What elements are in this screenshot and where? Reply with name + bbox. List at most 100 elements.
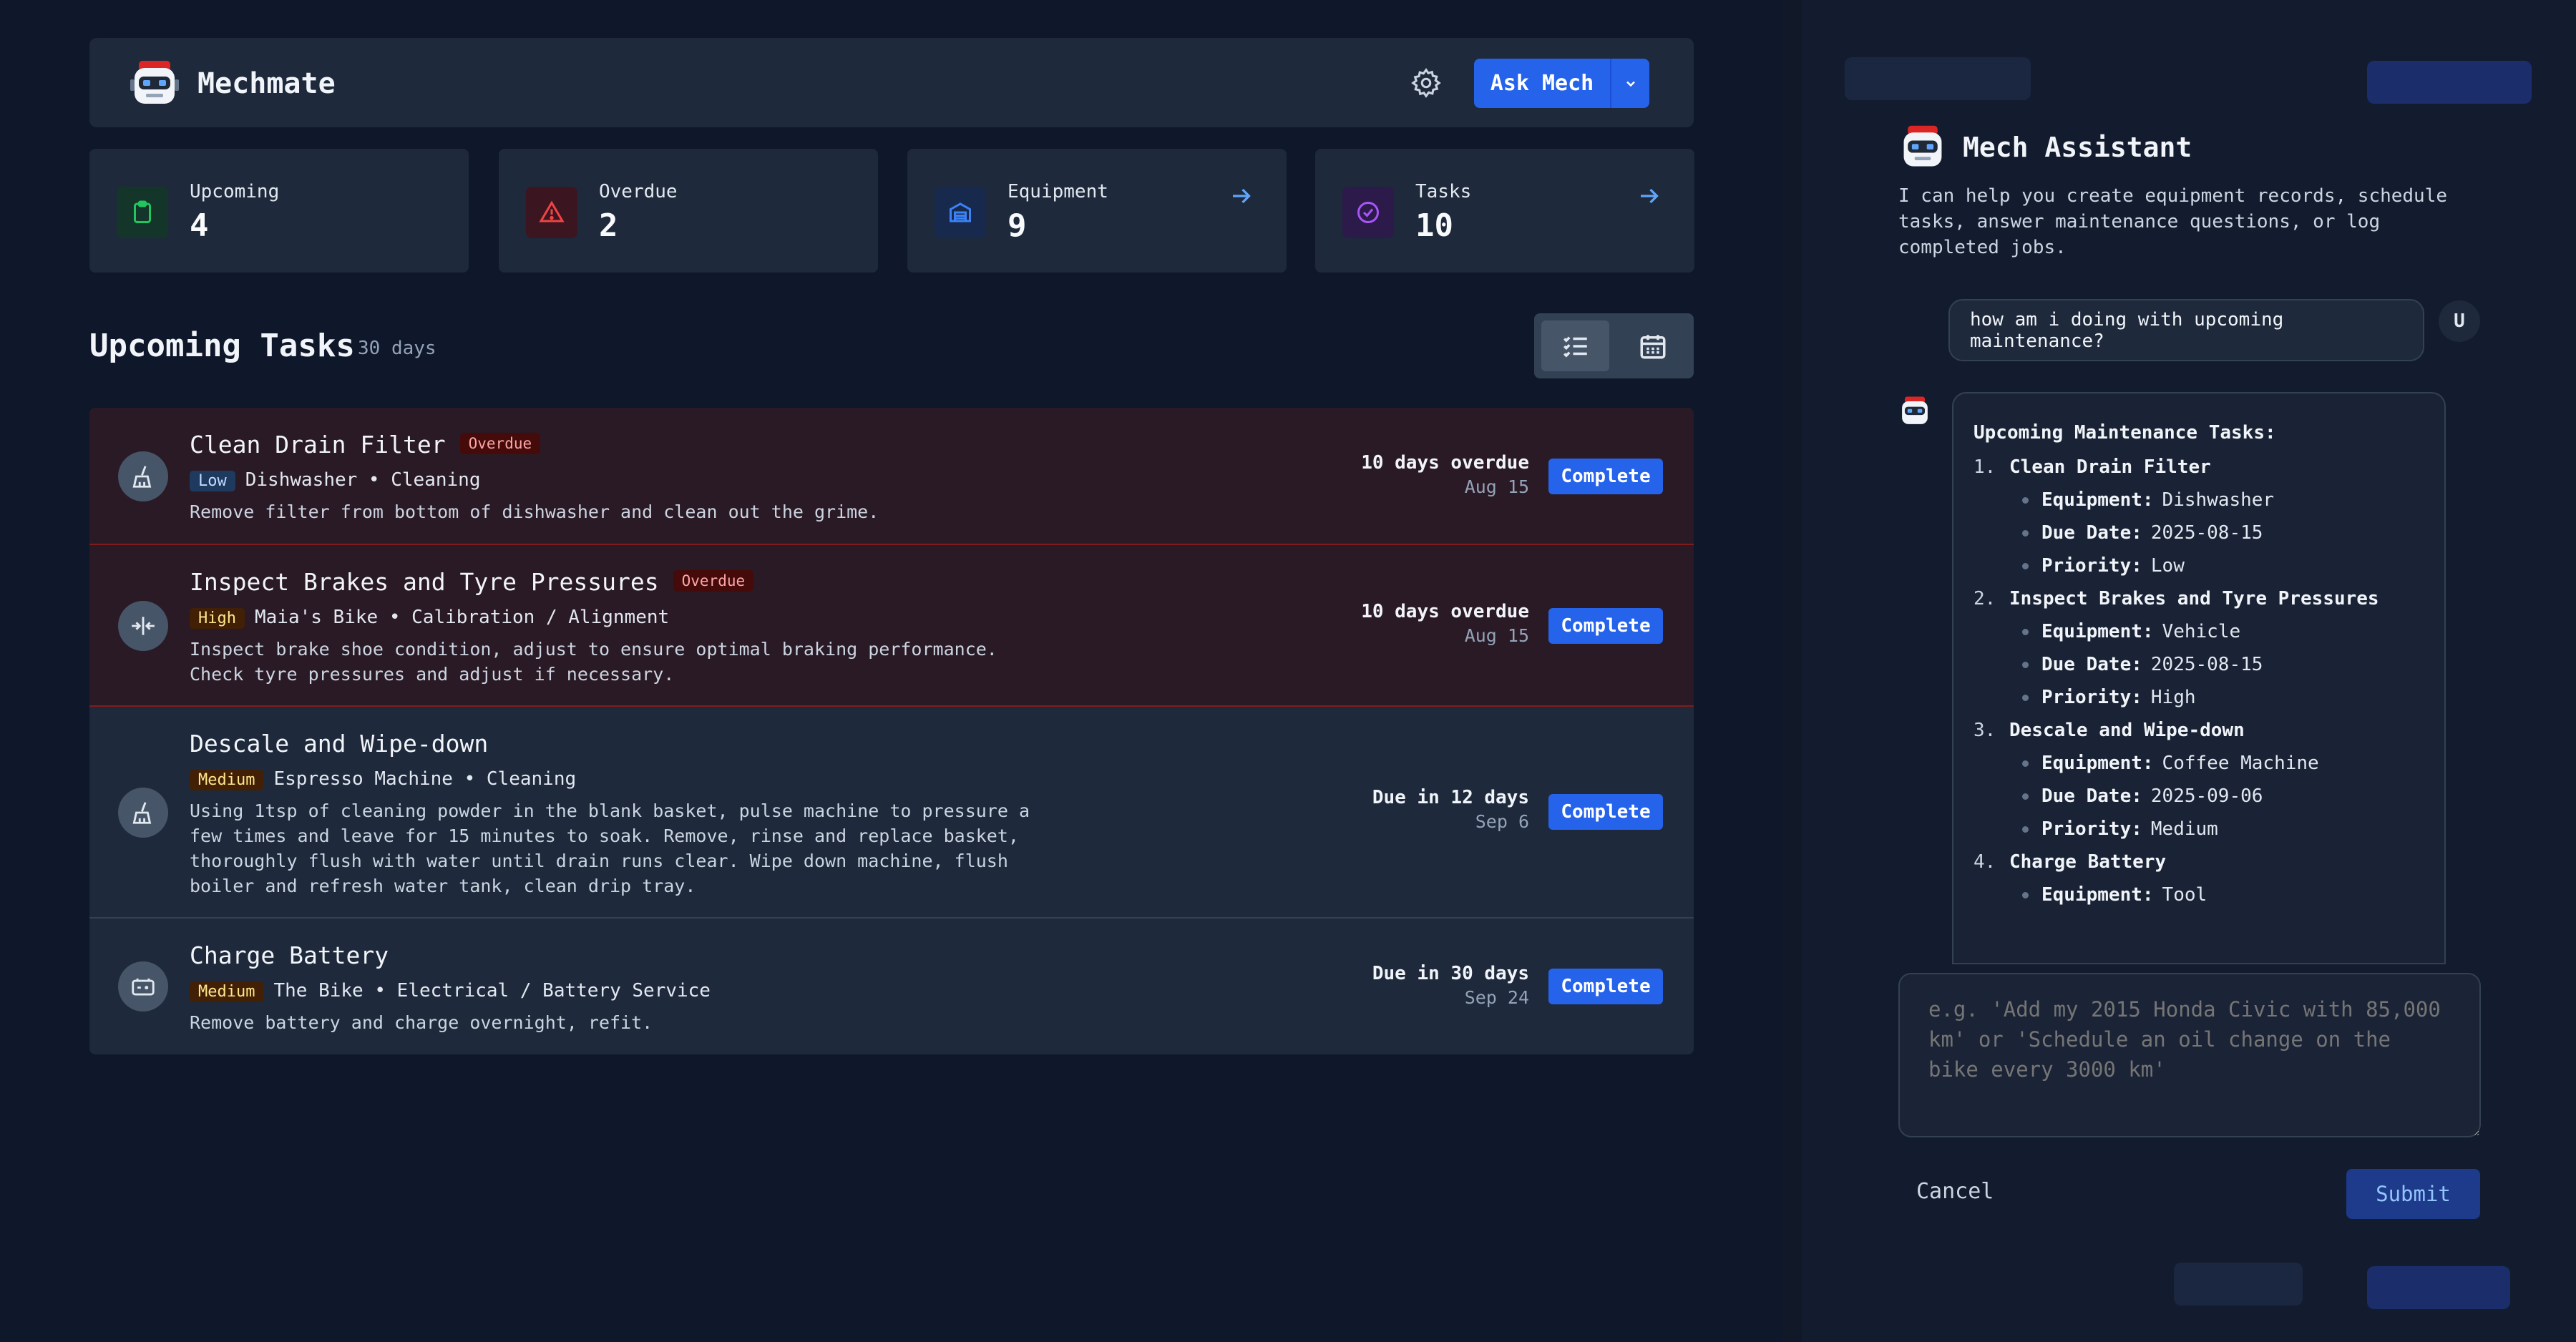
priority-badge: Medium [190,981,264,1002]
field-key: Due Date: [2041,785,2142,807]
blurred-background [2367,61,2532,104]
field-key: Priority: [2041,555,2142,577]
priority-badge: High [190,608,245,629]
stat-value: 2 [599,207,618,244]
blurred-background [2367,1266,2510,1309]
list-item: 1. Clean Drain Filter Equipment: Dishwashe… [1974,456,2444,577]
item-number: 3. [1974,720,1996,741]
arrow-right-icon[interactable] [1636,183,1662,209]
list-item: 3. Descale and Wipe-down Equipment: Coffee… [1974,720,2444,840]
ask-mech-button[interactable]: Ask Mech [1474,59,1649,108]
stat-value: 10 [1415,207,1453,244]
align-icon [118,601,168,651]
field-key: Equipment: [2041,621,2154,642]
complete-button[interactable]: Complete [1548,794,1663,830]
task-meta: Medium The Bike • Electrical / Battery Se… [190,980,711,1002]
field-key: Due Date: [2041,654,2142,675]
panel-title: Mech Assistant [1963,132,2192,163]
stat-card-overdue: Overdue 2 [499,149,878,273]
chat-input[interactable] [1898,973,2481,1137]
field-key: Priority: [2041,818,2142,840]
blurred-background [2174,1263,2303,1306]
modal-backdrop [1783,0,1802,1342]
calendar-view-icon[interactable] [1619,320,1687,371]
overdue-badge: Overdue [673,569,754,592]
app-name: Mechmate [197,67,336,100]
clipboard-icon [117,187,168,238]
task-meta: High Maia's Bike • Calibration / Alignmen… [190,607,669,629]
task-description: Inspect brake shoe condition, adjust to … [190,639,997,685]
brand: Mechmate [129,58,336,109]
field-key: Due Date: [2041,522,2142,544]
item-title: Clean Drain Filter [2009,456,2211,478]
field-key: Priority: [2041,687,2142,708]
field-value: 2025-08-15 [2150,654,2263,675]
task-title: Charge Battery [190,941,389,969]
priority-badge: Low [190,471,235,491]
list-view-icon[interactable] [1541,320,1609,371]
stat-card-equipment[interactable]: Equipment 9 [907,149,1287,273]
stat-value: 9 [1008,207,1027,244]
view-toggle [1534,313,1694,378]
overdue-badge: Overdue [459,432,541,454]
task-due: Due in 12 days Sep 6 [1372,787,1529,832]
complete-button[interactable]: Complete [1548,459,1663,494]
item-number: 2. [1974,588,1996,609]
task-description: Using 1tsp of cleaning powder in the bla… [190,800,1030,896]
item-number: 1. [1974,456,1996,478]
due-status: 10 days overdue [1361,601,1529,622]
list-item: 4. Charge Battery Equipment: Tool [1974,851,2444,906]
field-value: Tool [2162,884,2207,906]
list-item: 2. Inspect Brakes and Tyre Pressures Equi… [1974,588,2444,708]
section-range: 30 days [358,338,436,359]
complete-button[interactable]: Complete [1548,608,1663,644]
user-avatar: U [2439,300,2480,342]
ask-mech-label[interactable]: Ask Mech [1474,71,1610,96]
complete-button[interactable]: Complete [1548,969,1663,1004]
field-key: Equipment: [2041,489,2154,511]
field-value: Coffee Machine [2162,753,2319,774]
check-circle-icon [1342,187,1394,238]
task-row[interactable]: Charge Battery Medium The Bike • Electric… [89,919,1694,1054]
task-due: Due in 30 days Sep 24 [1372,963,1529,1008]
task-row[interactable]: Clean Drain Filter Overdue Low Dishwasher … [89,408,1694,545]
priority-badge: Medium [190,770,264,790]
robot-logo-icon [130,61,179,104]
field-value: High [2150,687,2196,708]
stat-card-tasks[interactable]: Tasks 10 [1315,149,1694,273]
item-title: Charge Battery [2009,851,2167,873]
main-app: Mechmate Ask Mech Upcoming 4 Overdue 2 E… [0,0,1783,1342]
blurred-background [1845,57,2031,100]
task-title: Clean Drain Filter Overdue [190,431,541,459]
chevron-down-icon[interactable] [1611,77,1649,91]
task-meta: Low Dishwasher • Cleaning [190,469,480,491]
submit-button[interactable]: Submit [2346,1169,2480,1219]
task-row[interactable]: Inspect Brakes and Tyre Pressures Overdue… [89,545,1694,707]
stat-value: 4 [190,207,209,244]
warning-icon [526,187,577,238]
task-description: Remove filter from bottom of dishwasher … [190,501,879,522]
task-list: Clean Drain Filter Overdue Low Dishwasher … [89,408,1694,1054]
cancel-button[interactable]: Cancel [1916,1179,1994,1204]
settings-gear-icon[interactable] [1410,67,1443,99]
stat-label: Overdue [599,181,678,202]
item-title: Descale and Wipe-down [2009,720,2245,741]
task-description: Remove battery and charge overnight, ref… [190,1012,653,1033]
section-title: Upcoming Tasks [89,328,355,364]
field-value: 2025-09-06 [2150,785,2263,807]
field-key: Equipment: [2041,753,2154,774]
panel-header: Mech Assistant [1898,123,2192,172]
arrow-right-icon[interactable] [1229,183,1254,209]
warehouse-icon [935,187,986,238]
broom-icon [118,451,168,501]
bot-avatar-icon [1902,396,1928,424]
field-value: Medium [2150,818,2218,840]
task-row[interactable]: Descale and Wipe-down Medium Espresso Mac… [89,707,1694,919]
due-status: Due in 30 days [1372,963,1529,984]
stat-label: Upcoming [190,181,280,202]
field-value: Dishwasher [2162,489,2275,511]
panel-intro: I can help you create equipment records,… [1898,185,2448,258]
due-date: Sep 6 [1475,811,1529,832]
task-due: 10 days overdue Aug 15 [1361,452,1529,497]
field-value: Low [2150,555,2185,577]
